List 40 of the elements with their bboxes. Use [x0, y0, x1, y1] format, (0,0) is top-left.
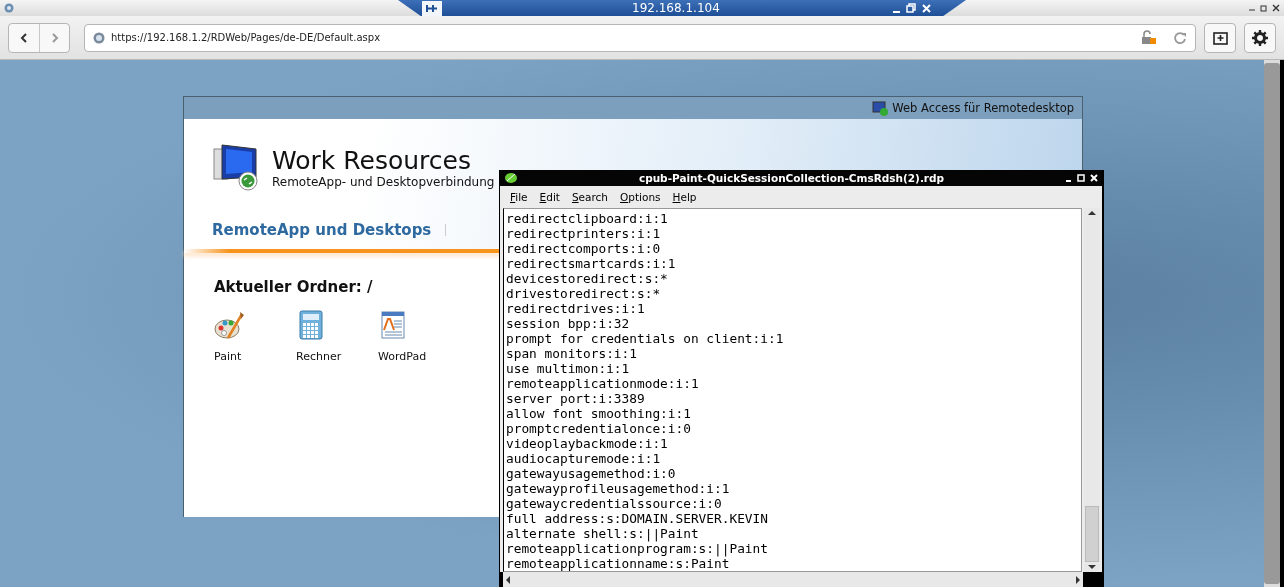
menu-item[interactable]: Help — [666, 190, 703, 203]
new-tab-button[interactable] — [1204, 22, 1236, 53]
palette-icon — [214, 310, 246, 342]
menu-item[interactable]: Search — [565, 190, 614, 203]
app-launcher[interactable]: Rechner — [296, 310, 348, 363]
folder-heading: Aktueller Ordner: / — [214, 278, 373, 296]
settings-button[interactable] — [1244, 22, 1276, 53]
nav-tab[interactable]: RemoteApp und Desktops — [212, 221, 432, 239]
lock-warning-icon — [1141, 30, 1157, 45]
menu-item[interactable]: File — [504, 190, 534, 203]
url-text: https://192.168.1.2/RDWeb/Pages/de-DE/Default.aspx — [111, 32, 382, 43]
restore-icon[interactable] — [906, 2, 917, 14]
header-title: Web Access für Remotedesktop — [892, 101, 1074, 115]
remote-desktop-icon — [872, 100, 889, 116]
page-scrollbar[interactable] — [1264, 60, 1280, 587]
app-icon — [4, 3, 14, 13]
page-subtitle: RemoteApp- und Desktopverbindung — [272, 175, 495, 189]
app-launcher[interactable]: Paint — [214, 310, 266, 363]
menu-item[interactable]: Options — [614, 190, 667, 203]
horizontal-scrollbar[interactable] — [503, 572, 1083, 587]
maximize-icon[interactable] — [1077, 174, 1085, 182]
vertical-scrollbar[interactable] — [1084, 208, 1100, 572]
leaf-icon — [504, 171, 518, 185]
editor-title: cpub-Paint-QuickSessionCollection-CmsRdsh(2).rdp — [637, 172, 946, 184]
app-launcher[interactable]: WordPad — [378, 310, 430, 363]
close-icon[interactable] — [1272, 4, 1280, 12]
pin-icon — [422, 0, 442, 16]
text-editor[interactable]: redirectclipboard:i:1 redirectprinters:i:1 redirectcomports:i:0 redirectsmartcards:i:1 devicestoredirect:s:* drivestoredirect:s:* redirectdrives:i:1 session bpp:i:32 prompt for credentials on client:i:1 span monitors:i:1 use multimon:i:1 remoteapplicationmode:i:1 server port:i:3389 allow font smoothing:i:1 promptcredentialonce:i:0 videoplaybackmode:i:1 audiocapturemode:i:1 gatewayusagemethod:i:0 gatewayprofileusagemethod:i:1 gatewaycredentialssource:i:0 full address:s:DOMAIN.SERVER.KEVIN alternate shell:s:||Paint remoteapplicationprogram:s:||Paint remoteapplicationname:s:Paint — [503, 208, 1082, 572]
scroll-right-icon — [1073, 573, 1083, 586]
page-title: Work Resources — [272, 147, 472, 175]
remote-computer-icon — [212, 143, 260, 191]
reload-icon — [1173, 30, 1187, 45]
address-bar[interactable]: https://192.168.1.2/RDWeb/Pages/de-DE/Default.aspx — [84, 23, 1196, 52]
plus-window-icon — [1212, 30, 1228, 45]
connection-address: 192.168.1.104 — [632, 1, 720, 15]
restore-icon[interactable] — [1260, 4, 1268, 12]
globe-icon — [93, 31, 105, 44]
settings-icon — [1252, 29, 1268, 46]
scroll-thumb[interactable] — [1085, 506, 1099, 562]
menu-item[interactable]: Edit — [533, 190, 566, 203]
